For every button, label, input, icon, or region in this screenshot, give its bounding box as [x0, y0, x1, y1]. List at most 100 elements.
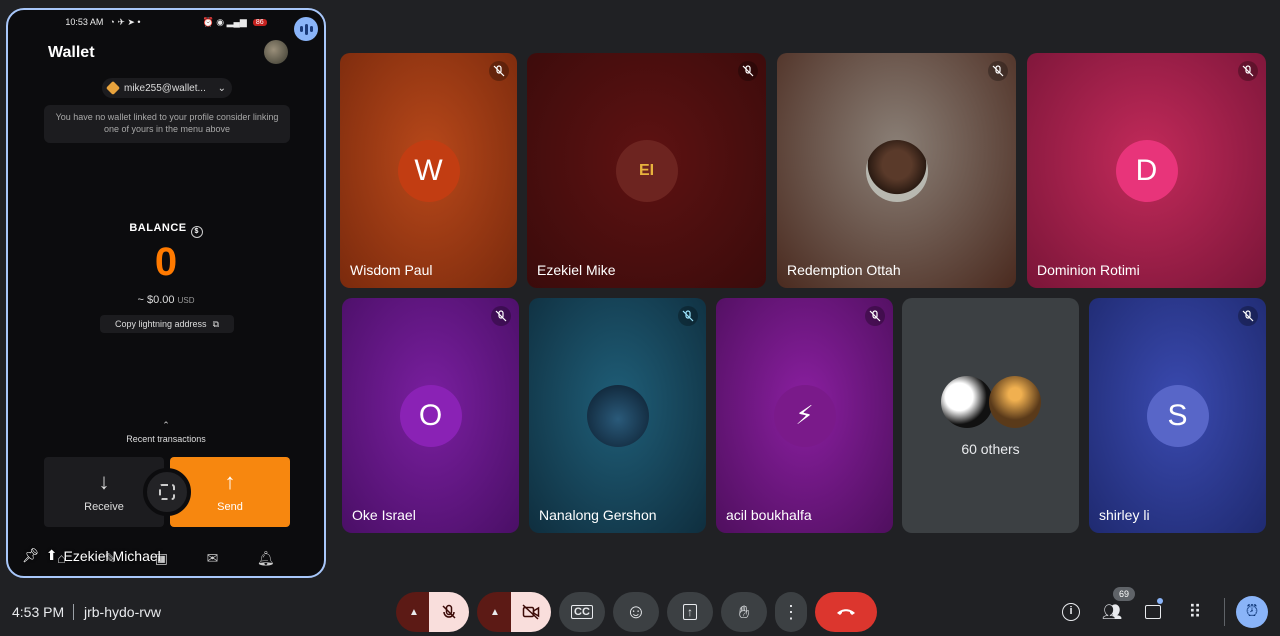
more-options-button[interactable]: ⋮ — [775, 592, 807, 632]
account-name: mike255@wallet... — [124, 82, 206, 94]
phone-status-icons: ◔ ✈ ➤ • — [109, 16, 141, 27]
chevron-up-icon: ▲ — [409, 606, 419, 618]
activities-icon: ⠿ — [1188, 601, 1201, 622]
qr-scan-icon — [159, 484, 175, 500]
avatar: D — [1115, 139, 1178, 202]
wallet-gem-icon — [105, 80, 121, 96]
arrow-up-icon: ↑ — [224, 469, 236, 494]
activities-button[interactable]: ⠿ — [1182, 600, 1206, 624]
scan-qr-button[interactable] — [143, 468, 191, 516]
balance-usd: ~ $0.00 USD — [137, 294, 195, 306]
host-controls-icon: ⏰︎ — [1245, 603, 1259, 620]
wallet-title: Wallet — [48, 44, 95, 61]
hangup-icon — [837, 609, 855, 615]
video-options-button[interactable]: ▲ — [477, 592, 513, 632]
mic-off-icon — [489, 61, 509, 81]
avatar: ⚡︎ — [773, 384, 836, 447]
no-wallet-notice: You have no wallet linked to your profil… — [44, 105, 290, 143]
avatar: EI — [615, 139, 678, 202]
avatar: O — [399, 384, 462, 447]
people-button[interactable]: 👥︎ — [1100, 600, 1124, 624]
leave-call-button[interactable] — [815, 592, 877, 632]
others-avatars — [902, 376, 1079, 428]
avatar — [865, 139, 928, 202]
balance-value: 0 — [154, 240, 178, 284]
participant-tile[interactable]: S shirley li — [1089, 298, 1266, 533]
chevron-down-icon: ⌄ — [217, 82, 226, 94]
raise-hand-icon: ✋︎ — [738, 601, 750, 622]
meet-window: 10:53 AM ◔ ✈ ➤ • ⏰ ◉ ▂▄▆ 86 Wallet mike2… — [0, 0, 1280, 636]
mic-off-icon — [1238, 61, 1258, 81]
avatar — [988, 376, 1041, 428]
participant-name: shirley li — [1099, 507, 1150, 523]
divider — [1224, 598, 1225, 626]
participant-name: Nanalong Gershon — [539, 507, 657, 523]
nav-bell-icon[interactable]: 🔔︎ — [257, 550, 275, 567]
arrow-down-icon: ↓ — [98, 469, 110, 494]
mic-off-icon — [738, 61, 758, 81]
participant-tile[interactable]: ⚡︎ acil boukhalfa — [716, 298, 893, 533]
captions-button[interactable]: CC — [559, 592, 605, 632]
divider — [73, 604, 74, 620]
meeting-code: jrb-hydo-rvw — [84, 604, 162, 620]
chat-icon — [1145, 605, 1161, 619]
mic-off-icon — [491, 306, 511, 326]
camera-off-icon — [522, 604, 540, 620]
people-icon: 👥︎ — [1101, 604, 1123, 621]
participant-count-badge: 69 — [1113, 587, 1135, 601]
speaking-indicator-icon — [294, 17, 318, 41]
participant-tile[interactable]: D Dominion Rotimi — [1027, 53, 1266, 288]
mic-off-icon — [1238, 306, 1258, 326]
mic-off-icon — [678, 306, 698, 326]
pin-icon[interactable]: 📌︎ — [22, 547, 40, 564]
others-tile[interactable]: 60 others — [902, 298, 1079, 533]
avatar — [586, 384, 649, 447]
mic-off-icon — [442, 604, 456, 619]
emoji-icon: ☺ — [625, 600, 647, 623]
chevron-up-icon: ▲ — [490, 606, 500, 618]
microphone-toggle-button[interactable] — [429, 592, 469, 632]
participant-tile[interactable]: Nanalong Gershon — [529, 298, 706, 533]
participant-name: Dominion Rotimi — [1037, 262, 1140, 278]
participant-name: Wisdom Paul — [350, 262, 433, 278]
mic-off-icon — [865, 306, 885, 326]
chevron-up-icon[interactable]: ⌃ — [8, 420, 324, 431]
nav-mail-icon[interactable]: ✉ — [207, 550, 219, 567]
participant-name: acil boukhalfa — [726, 507, 812, 523]
more-icon: ⋮ — [782, 601, 800, 622]
present-screen-icon: ⬆ — [45, 547, 58, 563]
host-controls-button[interactable]: ⏰︎ — [1236, 596, 1268, 628]
presentation-tile[interactable]: 10:53 AM ◔ ✈ ➤ • ⏰ ◉ ▂▄▆ 86 Wallet mike2… — [6, 8, 326, 578]
balance-label: BALANCE $ — [8, 222, 324, 238]
participant-name: Ezekiel Mike — [537, 262, 616, 278]
phone-time: 10:53 AM — [65, 17, 104, 27]
participant-tile[interactable]: Redemption Ottah — [777, 53, 1016, 288]
others-count: 60 others — [961, 441, 1020, 457]
participant-tile[interactable]: W Wisdom Paul — [340, 53, 517, 288]
avatar: S — [1146, 384, 1209, 447]
camera-toggle-button[interactable] — [511, 592, 551, 632]
reactions-button[interactable]: ☺ — [613, 592, 659, 632]
copy-lightning-address-button[interactable]: Copy lightning address ⧉ — [100, 315, 234, 333]
present-icon: ↑ — [683, 604, 697, 620]
mic-off-icon — [988, 61, 1008, 81]
meeting-details-button[interactable]: i — [1059, 600, 1083, 624]
present-button[interactable]: ↑ — [667, 592, 713, 632]
participant-tile[interactable]: O Oke Israel — [342, 298, 519, 533]
info-icon: i — [1062, 603, 1080, 621]
wallet-avatar — [264, 40, 288, 64]
participant-name: Oke Israel — [352, 507, 416, 523]
participant-tile[interactable]: EI Ezekiel Mike — [527, 53, 766, 288]
presenter-label: 📌︎ ⬆ Ezekiel Michael — [22, 547, 161, 564]
raise-hand-button[interactable]: ✋︎ — [721, 592, 767, 632]
account-selector[interactable]: mike255@wallet... ⌄ — [102, 78, 232, 98]
coin-icon: $ — [190, 226, 203, 238]
unread-indicator — [1157, 598, 1163, 604]
meeting-controls-bar: 4:53 PM jrb-hydo-rvw ▲ ▲ CC ☺ ↑ ✋︎ ⋮ i 👥… — [0, 587, 1280, 636]
meeting-time: 4:53 PM — [12, 604, 65, 620]
participant-name: Redemption Ottah — [787, 262, 901, 278]
audio-options-button[interactable]: ▲ — [396, 592, 432, 632]
captions-icon: CC — [571, 605, 593, 619]
recent-transactions-label[interactable]: Recent transactions — [8, 434, 324, 444]
battery-badge: 86 — [252, 18, 267, 26]
